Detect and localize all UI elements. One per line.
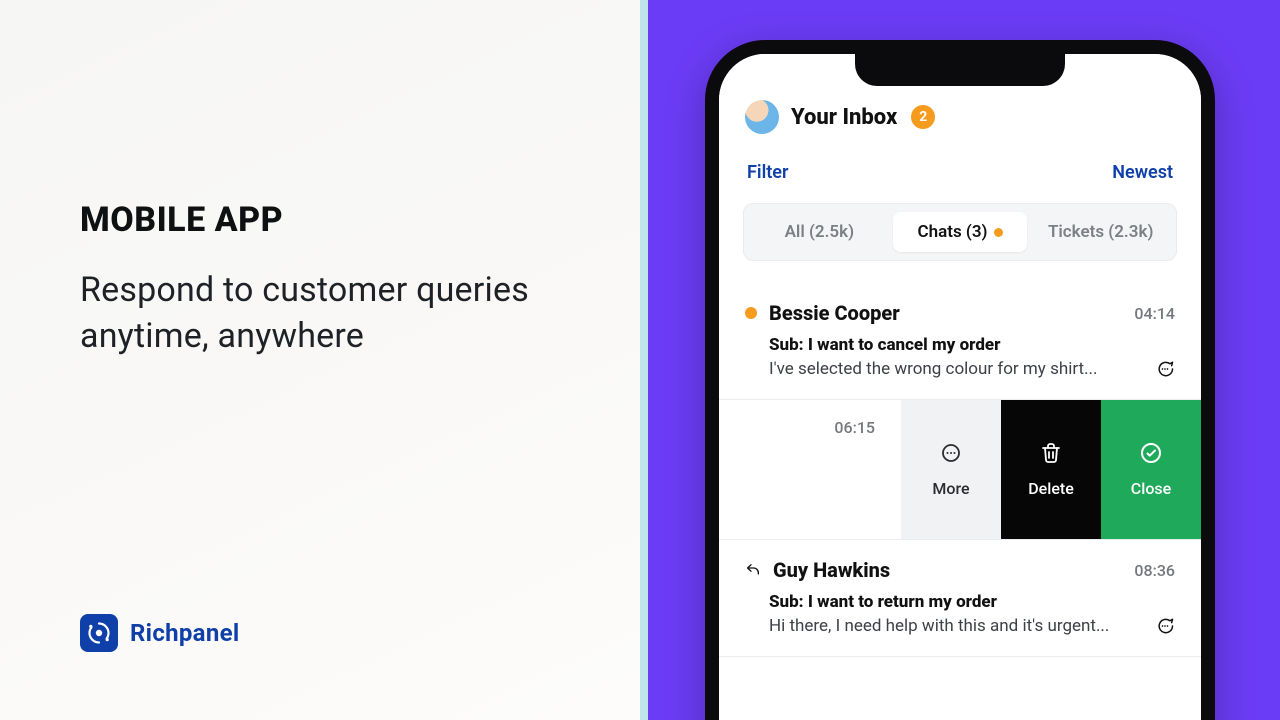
chat-icon — [1155, 616, 1175, 636]
phone-frame: Your Inbox 2 Filter Newest All (2.5k) Ch… — [705, 40, 1215, 720]
phone-notch — [855, 52, 1065, 86]
list-item[interactable]: Guy Hawkins 08:36 Sub: I want to return … — [719, 540, 1201, 657]
tab-chats[interactable]: Chats (3) — [893, 212, 1028, 252]
tab-all-label: All (2.5k) — [785, 222, 855, 242]
tab-all[interactable]: All (2.5k) — [752, 212, 887, 252]
chat-icon — [1155, 359, 1175, 379]
inbox-tabbar: All (2.5k) Chats (3) Tickets (2.3k) — [743, 203, 1177, 261]
timestamp: 04:14 — [1134, 304, 1175, 323]
swiped-item-content: 06:15 on code fe saver... — [719, 400, 901, 539]
promo-panel: MOBILE APP Respond to customer queries a… — [0, 0, 640, 720]
tab-chats-indicator-dot — [994, 228, 1003, 237]
sender-name: Bessie Cooper — [769, 301, 1122, 325]
swipe-actions: More Delete — [901, 400, 1201, 539]
check-circle-icon — [1139, 441, 1163, 469]
tab-chats-label: Chats (3) — [918, 222, 988, 242]
preview-text: I've selected the wrong colour for my sh… — [769, 359, 1145, 379]
unread-badge: 2 — [911, 105, 935, 129]
brand-name: Richpanel — [130, 619, 239, 647]
inbox-title: Your Inbox — [791, 105, 897, 130]
subject: Sub: I want to return my order — [745, 592, 1175, 612]
tab-tickets-label: Tickets (2.3k) — [1048, 222, 1153, 242]
swipe-action-delete[interactable]: Delete — [1001, 400, 1101, 539]
list-item-swiped[interactable]: 06:15 on code fe saver... — [719, 400, 1201, 540]
timestamp: 06:15 — [834, 418, 881, 437]
more-icon — [939, 441, 963, 469]
subject-fragment: on code — [719, 457, 881, 478]
tab-tickets[interactable]: Tickets (2.3k) — [1033, 212, 1168, 252]
subject: Sub: I want to cancel my order — [745, 335, 1175, 355]
filter-button[interactable]: Filter — [747, 162, 788, 183]
swipe-action-more-label: More — [932, 479, 969, 498]
sort-button[interactable]: Newest — [1112, 162, 1173, 183]
phone-mock-panel: Your Inbox 2 Filter Newest All (2.5k) Ch… — [640, 0, 1280, 720]
unread-dot-icon — [745, 307, 757, 319]
brand: Richpanel — [80, 614, 239, 652]
swipe-action-delete-label: Delete — [1028, 479, 1074, 498]
conversation-list: Bessie Cooper 04:14 Sub: I want to cance… — [719, 283, 1201, 657]
avatar[interactable] — [745, 100, 779, 134]
trash-icon — [1039, 441, 1063, 469]
reply-icon — [745, 562, 761, 578]
swipe-action-close-label: Close — [1131, 479, 1171, 498]
promo-heading: MOBILE APP — [80, 200, 560, 240]
promo-subheading: Respond to customer queries anytime, any… — [80, 268, 560, 360]
list-item[interactable]: Bessie Cooper 04:14 Sub: I want to cance… — [719, 283, 1201, 400]
inbox-header: Your Inbox 2 — [719, 94, 1201, 144]
swipe-action-close[interactable]: Close — [1101, 400, 1201, 539]
swipe-action-more[interactable]: More — [901, 400, 1001, 539]
preview-text: Hi there, I need help with this and it's… — [769, 616, 1145, 636]
timestamp: 08:36 — [1134, 561, 1175, 580]
phone-screen: Your Inbox 2 Filter Newest All (2.5k) Ch… — [719, 54, 1201, 720]
brand-logo-icon — [80, 614, 118, 652]
sender-name: Guy Hawkins — [773, 558, 1122, 582]
